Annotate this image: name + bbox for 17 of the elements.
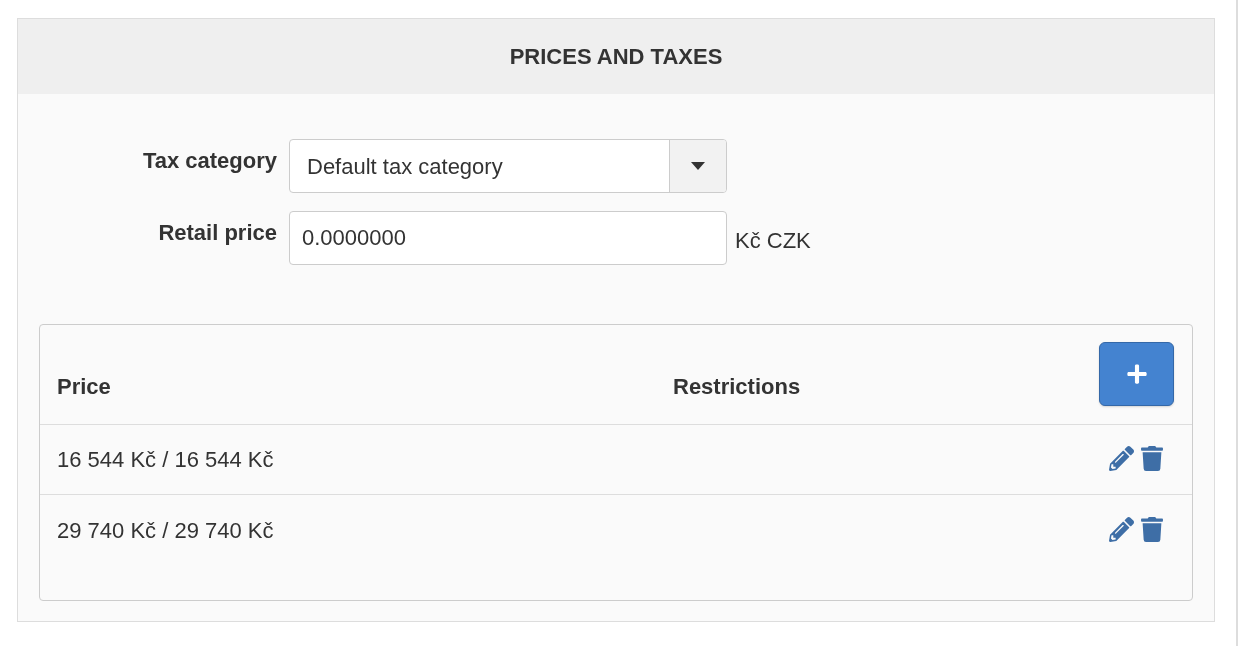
plus-icon [1125, 363, 1148, 385]
caret-icon [691, 162, 705, 170]
price-cell-text: 16 544 Kč / 16 544 Kč [56, 446, 275, 474]
delete-trash-icon[interactable] [1141, 516, 1163, 542]
field-label: Retail price [157, 219, 277, 247]
edit-pencil-icon[interactable] [1109, 446, 1134, 471]
tax-category-select[interactable]: Default tax category [289, 139, 727, 193]
add-button[interactable] [1099, 342, 1174, 406]
edit-pencil-icon[interactable] [1109, 516, 1134, 542]
price-input[interactable]: 0.0000000 [289, 211, 727, 265]
delete-trash-icon[interactable] [1141, 446, 1163, 471]
currency-suffix: Kč CZK [735, 226, 811, 255]
column-header: Restrictions [672, 373, 802, 401]
price-cell-text: 29 740 Kč / 29 740 Kč [56, 516, 275, 545]
field-label: Tax category [141, 147, 277, 175]
column-header: Price [56, 373, 112, 401]
panel-title: PRICES AND TAXES [509, 43, 723, 71]
